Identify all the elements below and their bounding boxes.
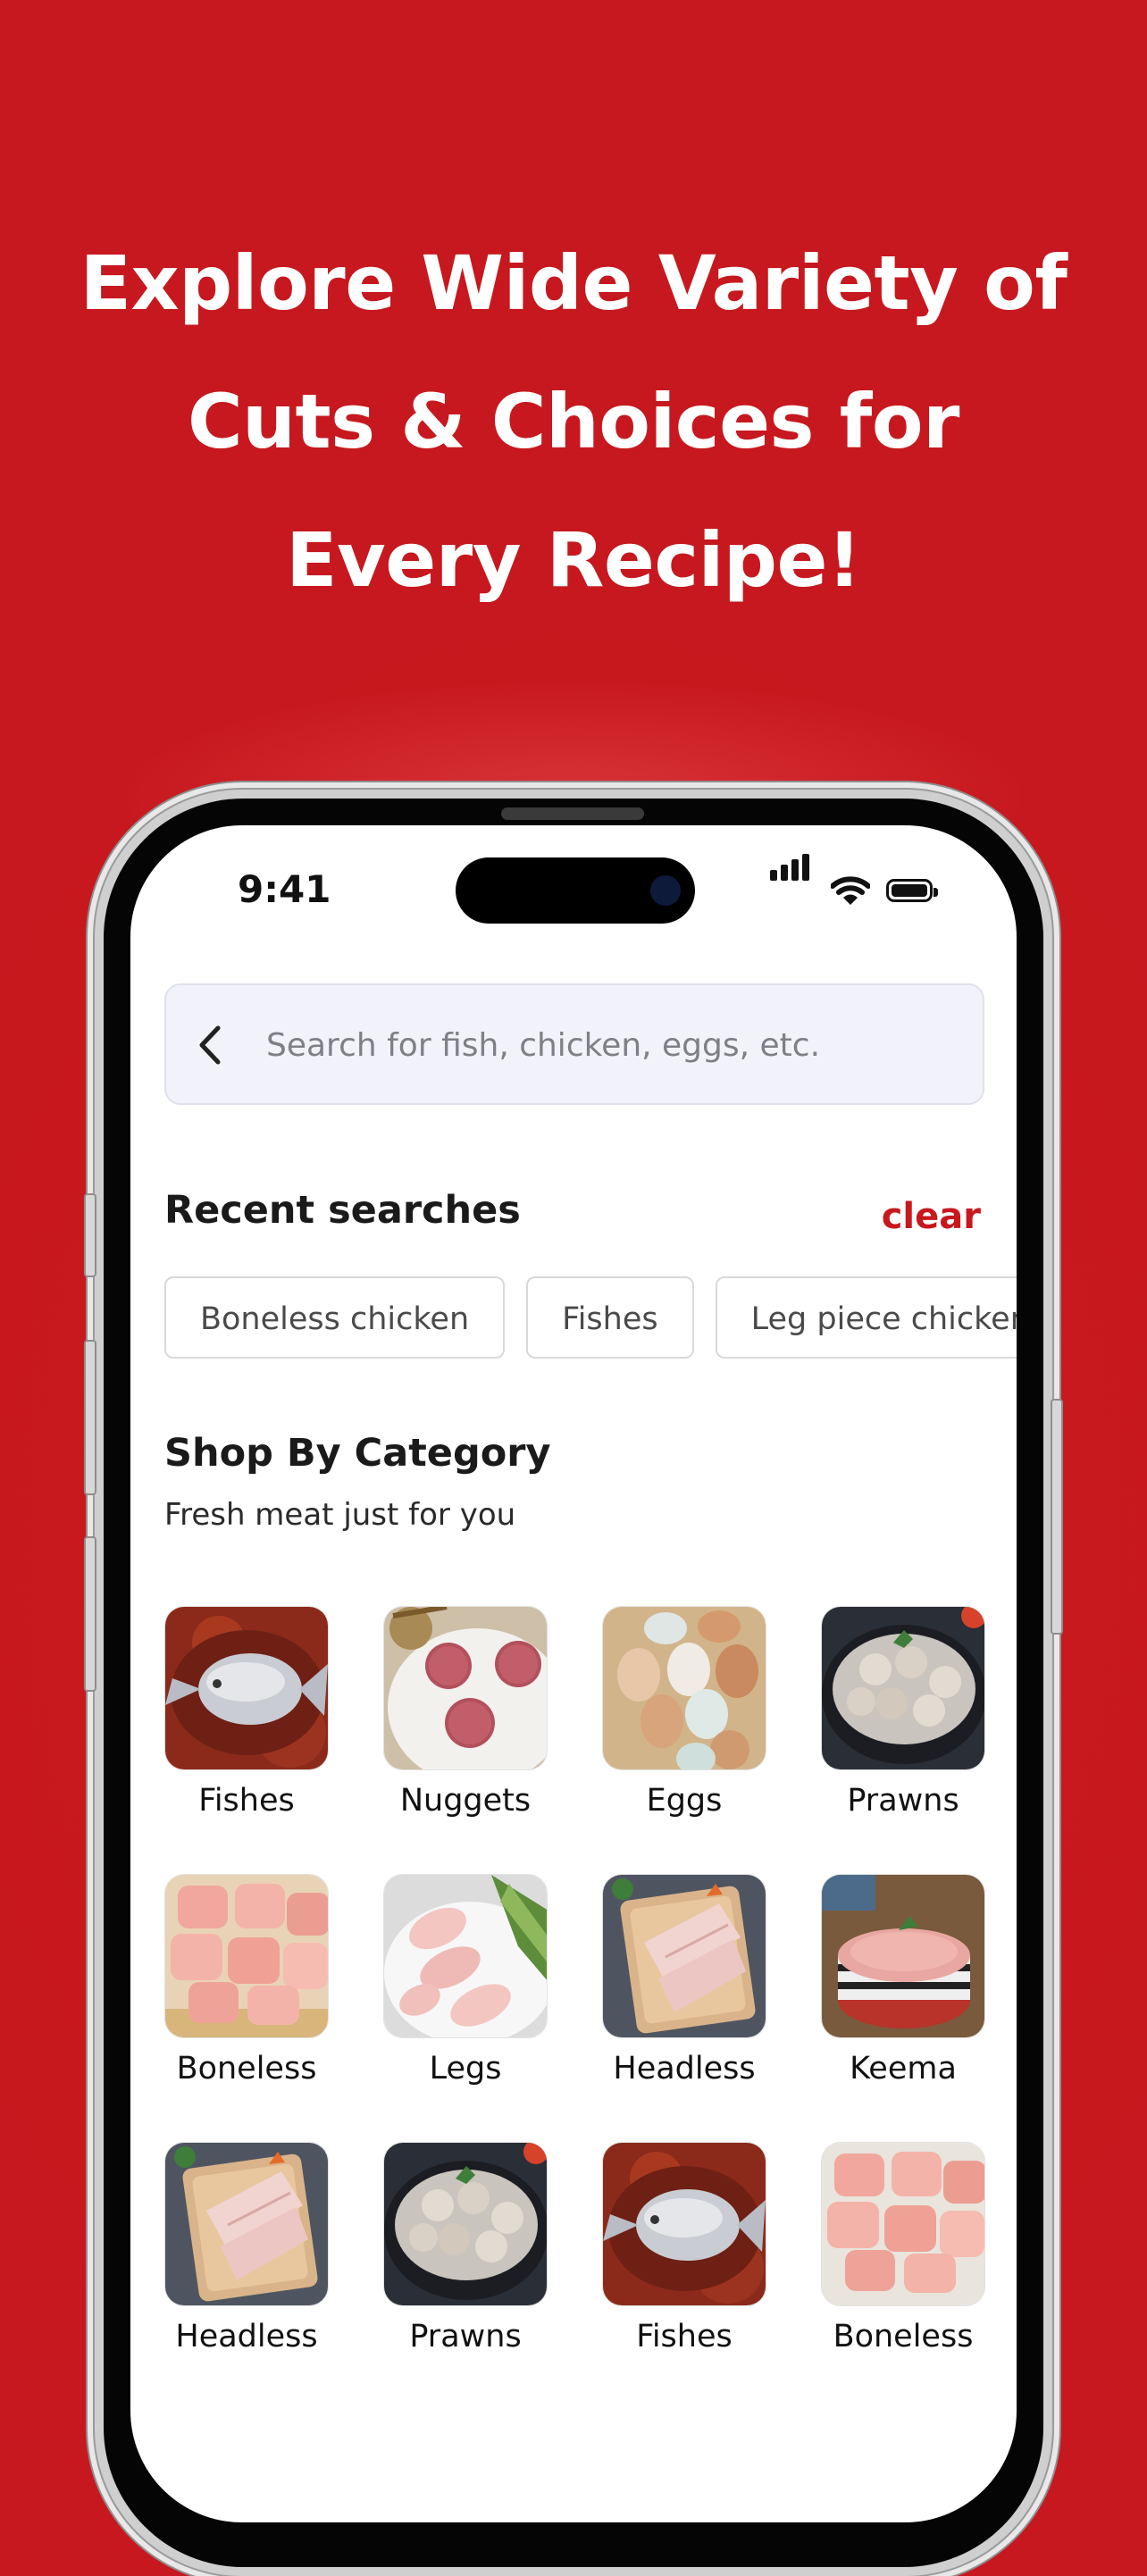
clear-recent-button[interactable]: clear (882, 1196, 981, 1237)
recent-chip[interactable]: Fishes (526, 1276, 694, 1359)
category-label: Fishes (198, 1783, 295, 1819)
headline-line-2: Cuts & Choices for (188, 378, 959, 465)
search-bar[interactable] (164, 983, 984, 1105)
prawns-bowl-image (821, 1606, 985, 1770)
pomfret-fish-image (602, 2142, 766, 2306)
app-screen: 9:41 Recent searches clear Boneless chic… (130, 825, 1017, 2522)
category-label: Boneless (176, 2051, 317, 2087)
category-tile[interactable]: Boneless (164, 1874, 329, 2087)
category-label: Keema (850, 2051, 957, 2087)
category-tile[interactable]: Nuggets (383, 1606, 548, 1819)
recent-searches-title: Recent searches (164, 1188, 521, 1233)
phone-action-button (84, 1193, 96, 1277)
recent-chip[interactable]: Leg piece chicken (715, 1276, 1017, 1359)
promo-headline: Explore Wide Variety of Cuts & Choices f… (0, 214, 1147, 630)
dynamic-island (456, 857, 695, 924)
category-tile[interactable]: Keema (821, 1874, 985, 2087)
fish-fillet-board-image (164, 2142, 329, 2306)
chicken-legs-image (383, 1874, 548, 2038)
status-time: 9:41 (238, 867, 331, 911)
eggs-image (602, 1606, 766, 1770)
wifi-icon (831, 876, 870, 905)
category-tile[interactable]: Prawns (383, 2142, 548, 2354)
back-arrow-icon[interactable] (193, 1023, 229, 1067)
phone-power-button (1051, 1399, 1063, 1635)
chicken-cubes-image (164, 1874, 329, 2038)
category-subtitle: Fresh meat just for you (164, 1497, 516, 1533)
category-label: Nuggets (399, 1783, 532, 1819)
chicken-cubes-image (821, 2142, 985, 2306)
shop-by-category-title: Shop By Category (164, 1431, 551, 1476)
phone-volume-down (84, 1536, 96, 1692)
category-label: Headless (175, 2319, 318, 2354)
category-tile[interactable]: Headless (164, 2142, 329, 2354)
battery-icon (886, 879, 938, 902)
category-label: Fishes (636, 2319, 733, 2354)
headline-line-3: Every Recipe! (286, 516, 861, 604)
status-bar: 9:41 (130, 825, 1017, 959)
category-label: Prawns (847, 1783, 959, 1819)
front-camera (650, 875, 681, 906)
category-label: Headless (613, 2051, 756, 2087)
category-tile[interactable]: Prawns (821, 1606, 985, 1819)
category-tile[interactable]: Headless (602, 1874, 766, 2087)
phone-volume-up (84, 1340, 96, 1495)
category-tile[interactable]: Fishes (164, 1606, 329, 1819)
category-tile[interactable]: Boneless (821, 2142, 985, 2354)
category-label: Eggs (646, 1783, 723, 1819)
category-label: Legs (429, 2051, 502, 2087)
recent-search-chips: Boneless chicken Fishes Leg piece chicken (164, 1276, 1017, 1360)
phone-speaker (501, 807, 644, 820)
prawns-bowl-image (383, 2142, 548, 2306)
pomfret-fish-image (164, 1606, 329, 1770)
category-label: Prawns (409, 2319, 522, 2354)
category-tile[interactable]: Fishes (602, 2142, 766, 2354)
headline-line-1: Explore Wide Variety of (80, 239, 1067, 327)
category-tile[interactable]: Eggs (602, 1606, 766, 1819)
minced-patties-image (383, 1606, 548, 1770)
category-label: Boneless (833, 2319, 974, 2354)
fish-fillet-board-image (602, 1874, 766, 2038)
recent-chip[interactable]: Boneless chicken (164, 1276, 506, 1359)
keema-bowl-image (821, 1874, 985, 2038)
search-input[interactable] (264, 985, 965, 1105)
category-tile[interactable]: Legs (383, 1874, 548, 2087)
